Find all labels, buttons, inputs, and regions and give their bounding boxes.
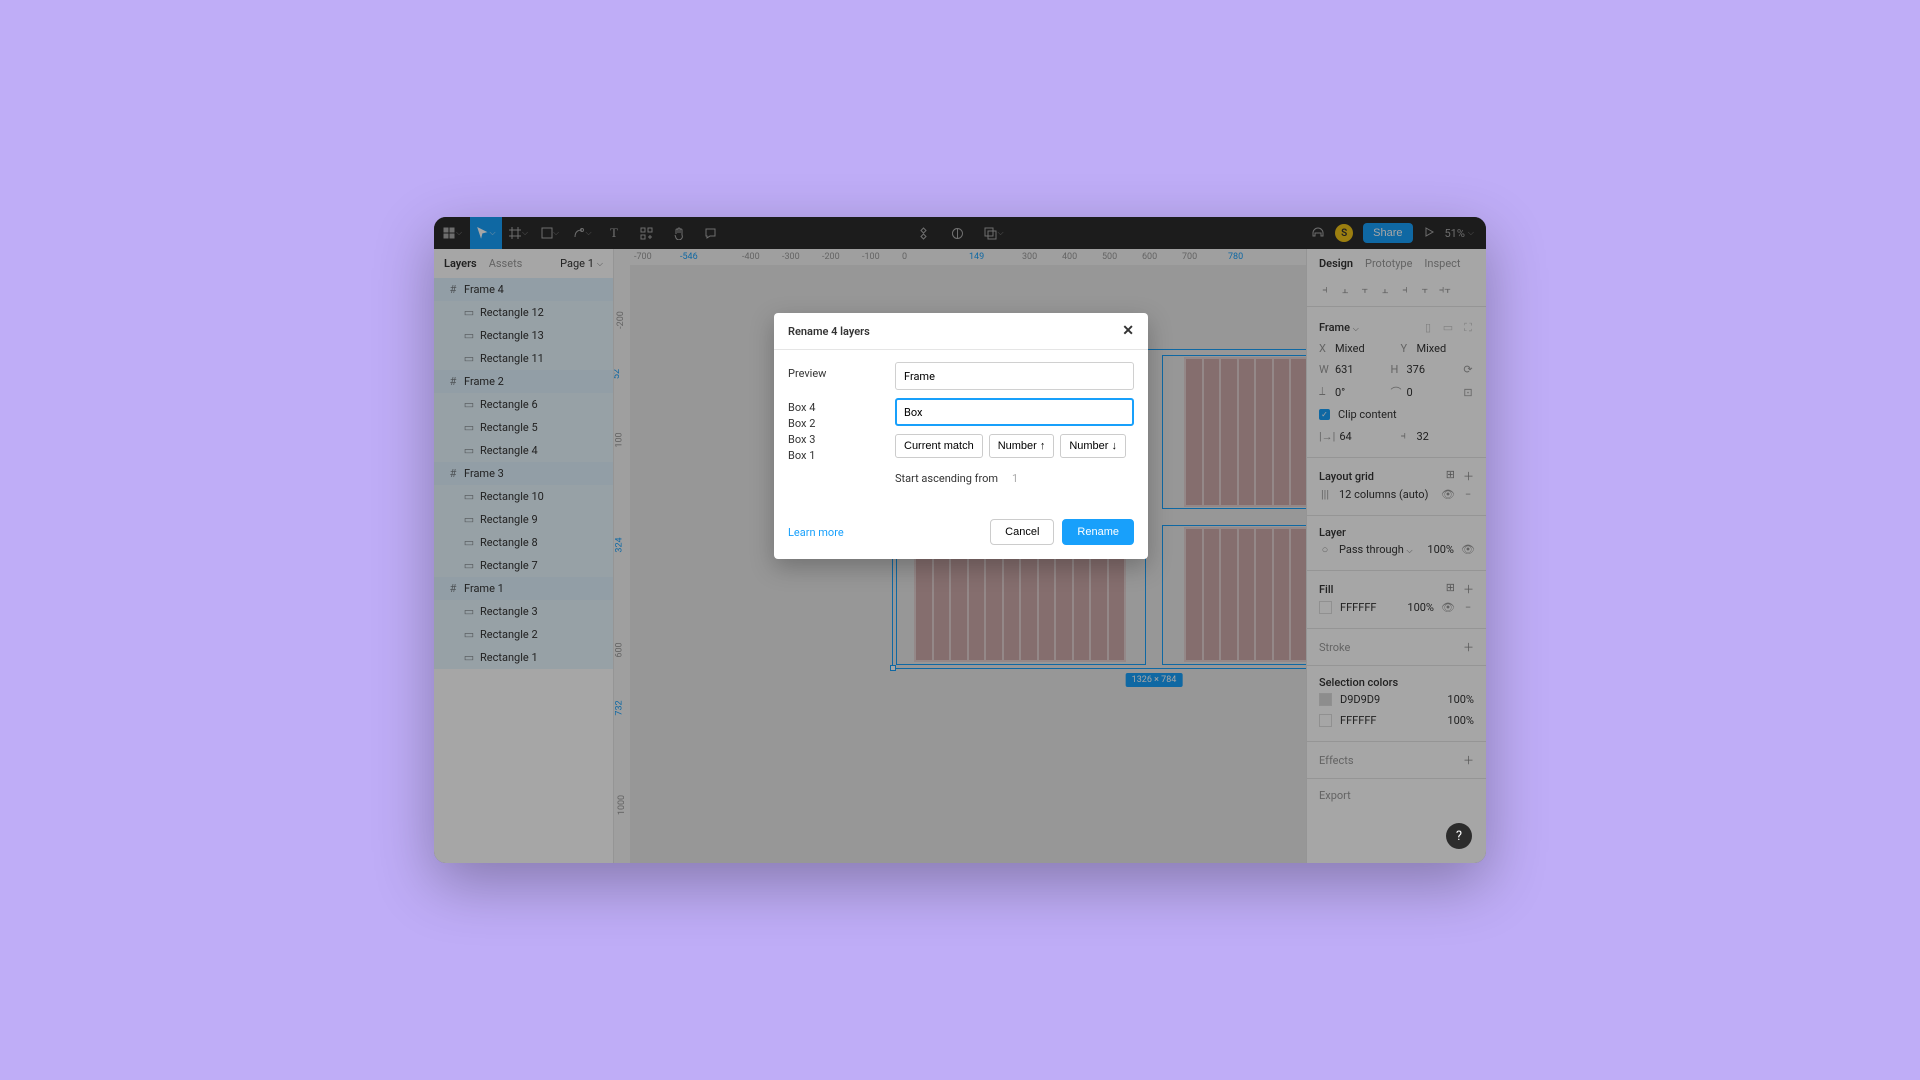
match-input[interactable] — [895, 362, 1134, 390]
chip-current-match[interactable]: Current match — [895, 434, 983, 458]
learn-more-link[interactable]: Learn more — [788, 526, 844, 539]
chip-number-ascending[interactable]: Number↑ — [989, 434, 1055, 458]
ascend-value[interactable]: 1 — [1006, 468, 1046, 489]
rename-button[interactable]: Rename — [1062, 519, 1134, 545]
close-icon[interactable]: ✕ — [1122, 323, 1134, 339]
preview-list: Box 4 Box 2 Box 3 Box 1 — [788, 398, 883, 462]
preview-item: Box 1 — [788, 449, 883, 462]
chip-number-descending[interactable]: Number↓ — [1060, 434, 1126, 458]
rename-to-input[interactable] — [895, 398, 1134, 426]
preview-item: Box 2 — [788, 417, 883, 430]
help-button[interactable]: ? — [1446, 823, 1472, 849]
dialog-title: Rename 4 layers — [788, 325, 870, 338]
preview-label: Preview — [788, 362, 883, 380]
preview-item: Box 3 — [788, 433, 883, 446]
rename-layers-dialog: Rename 4 layers ✕ Preview Box 4Box 2Box … — [774, 313, 1148, 559]
ascend-label: Start ascending from — [895, 472, 998, 485]
preview-item: Box 4 — [788, 401, 883, 414]
cancel-button[interactable]: Cancel — [990, 519, 1054, 545]
app-window: ⌵ ⌵ ⌵ ⌵ ⌵ T — [434, 217, 1486, 863]
